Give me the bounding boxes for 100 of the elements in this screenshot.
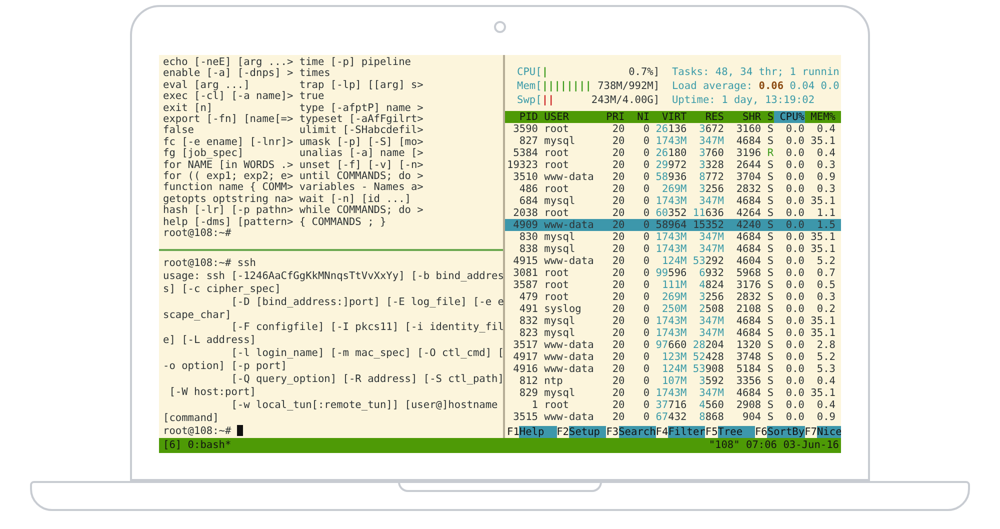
process-row[interactable]: 4916 www-data 20 0 124M 53908 5184 S 0.0 5.3 — [505, 363, 841, 375]
process-row[interactable]: 4909 www-data 20 0 58964 15352 4240 S 0.0 1.5 — [505, 219, 841, 231]
table-cell-text: 4916 — [512, 363, 538, 375]
table-cell-text: 6932 — [698, 267, 724, 279]
process-row[interactable]: 829 mysql 20 0 1743M 347M 4684 S 0.0 35.1 — [505, 387, 841, 399]
process-row[interactable]: 830 mysql 20 0 1743M 347M 4684 S 0.0 35.1 — [505, 231, 841, 243]
table-cell-text: 0.4 — [816, 147, 836, 159]
table-cell-text: 250M — [660, 303, 687, 315]
table-cell-text: 1743M — [654, 315, 687, 327]
column-header[interactable]: VIRT — [650, 111, 687, 123]
process-row[interactable]: 812 ntp 20 0 107M 3592 3356 S 0.0 0.4 — [505, 375, 841, 387]
table-cell-text: 347M — [698, 135, 724, 147]
table-cell-text: 0.0 — [784, 363, 804, 375]
table-cell-text: 52428 — [692, 351, 724, 363]
column-header[interactable]: MEM% — [804, 111, 836, 123]
table-cell-text: 0.4 — [816, 399, 836, 411]
process-row[interactable]: 827 mysql 20 0 1743M 347M 4684 S 0.0 35.1 — [505, 135, 841, 147]
function-key-label[interactable]: Nice — [816, 426, 841, 438]
table-cell-text: 491 — [518, 303, 538, 315]
function-key-label[interactable]: Tree — [718, 426, 755, 438]
process-row[interactable]: 3510 www-data 20 0 58936 8772 3704 S 0.0 0.9 — [505, 171, 841, 183]
function-key-label[interactable]: SortBy — [767, 426, 805, 438]
table-cell-text: 123M — [660, 351, 687, 363]
table-cell-text: 20 — [611, 159, 625, 171]
function-key: F7 — [804, 426, 817, 438]
process-row[interactable]: 3515 www-data 20 0 67432 8868 904 S 0.0 0.9 — [505, 411, 841, 423]
process-row[interactable]: 1 root 20 0 37716 4560 2908 S 0.0 0.4 — [505, 399, 841, 411]
process-row[interactable]: 5384 root 20 0 26180 3760 3196 R 0.0 0.4 — [505, 147, 841, 159]
help-entry: enable [-a] [-dnps] > — [163, 68, 294, 80]
help-entry: exec [-cl] [-a name]> — [163, 91, 294, 103]
column-header[interactable]: NI — [624, 111, 650, 123]
process-row[interactable]: 684 mysql 20 0 1743M 347M 4684 S 0.0 35.1 — [505, 195, 841, 207]
table-cell-text: 0.0 — [784, 411, 804, 423]
process-row[interactable]: 838 mysql 20 0 1743M 347M 4684 S 0.0 35.1 — [505, 243, 841, 255]
column-header[interactable]: RES — [686, 111, 724, 123]
table-cell-text: 0 — [642, 291, 650, 303]
process-row[interactable]: 3587 root 20 0 111M 4824 3176 S 0.0 0.5 — [505, 279, 841, 291]
help-entry: wait [-n] [id ...] — [299, 194, 412, 205]
table-cell-text: 0.0 — [784, 279, 804, 291]
table-cell-text: 20 — [611, 195, 625, 207]
column-header[interactable]: USER — [538, 111, 600, 123]
table-cell-text: 0.3 — [816, 183, 836, 195]
process-row[interactable]: 4917 www-data 20 0 123M 52428 3748 S 0.0 5.2 — [505, 351, 841, 363]
column-header[interactable]: SHR — [724, 111, 762, 123]
process-row[interactable]: 3517 www-data 20 0 97660 28204 1320 S 0.0 2.8 — [505, 339, 841, 351]
table-cell-text: 4560 — [698, 399, 724, 411]
process-row[interactable]: 4915 www-data 20 0 124M 53292 4604 S 0.0 5.2 — [505, 255, 841, 267]
column-header[interactable]: S — [761, 111, 774, 123]
table-cell-text: 1 — [530, 399, 538, 411]
table-cell-text: 5.2 — [816, 255, 836, 267]
help-entry: umask [-p] [-S] [mo> — [299, 136, 424, 148]
process-row[interactable]: 823 mysql 20 0 1743M 347M 4684 S 0.0 35.1 — [505, 327, 841, 339]
table-cell-text: 0.4 — [816, 123, 836, 135]
function-key-label[interactable]: Help — [519, 426, 557, 438]
table-cell-text: 0.0 — [784, 159, 804, 171]
table-cell-text: 4684 — [735, 135, 762, 147]
table-cell-text: 0.0 — [784, 387, 804, 399]
process-row[interactable]: 2038 root 20 0 60352 11636 4264 S 0.0 1.1 — [505, 207, 841, 219]
process-row[interactable]: 3590 root 20 0 26136 3672 3160 S 0.0 0.4 — [505, 123, 841, 135]
process-row[interactable]: 479 root 20 0 269M 3256 2832 S 0.0 0.3 — [505, 291, 841, 303]
table-cell-text: www-data — [543, 255, 595, 267]
table-cell-text: 4917 — [512, 351, 538, 363]
table-cell-text: 4684 — [735, 231, 762, 243]
process-row[interactable]: 486 root 20 0 269M 3256 2832 S 0.0 0.3 — [505, 183, 841, 195]
output-line: usage: ssh [-1246AaCfGgKkMNnqsTtVvXxYy] [-b bind_addres — [163, 270, 504, 282]
meter-label: CPU[ — [517, 65, 542, 79]
help-entry: echo [-neE] [arg ...> — [163, 57, 294, 68]
process-row[interactable]: 19323 root 20 0 29972 3328 2644 S 0.0 0.3 — [505, 159, 841, 171]
table-cell-text: 0 — [642, 375, 650, 387]
column-header[interactable]: PRI — [600, 111, 625, 123]
table-cell-text: 0.0 — [784, 303, 804, 315]
table-cell-text: 0.0 — [784, 267, 804, 279]
table-cell-text: 1743M — [654, 195, 687, 207]
meter-label: Swp[ — [517, 93, 542, 107]
column-header[interactable]: PID — [507, 111, 538, 123]
help-entry: true — [299, 91, 326, 103]
function-key-label[interactable]: Filter — [668, 426, 706, 438]
table-cell-text: 4824 — [698, 279, 724, 291]
table-cell-text: 1.5 — [816, 219, 836, 231]
process-row[interactable]: 3081 root 20 0 99596 6932 5968 S 0.0 0.7 — [505, 267, 841, 279]
function-key-label[interactable]: Setup — [569, 426, 606, 438]
table-cell-text: 20 — [611, 363, 625, 375]
table-cell-text: S — [766, 363, 774, 375]
table-cell-text: 0.0 — [784, 243, 804, 255]
window-list: [6] 0:bash* — [163, 438, 232, 453]
table-cell-text: 0 — [642, 183, 650, 195]
output-line: [-w local_tun[:remote_tun]] [user@]hostname — [230, 398, 498, 411]
table-cell-text: 347M — [698, 231, 724, 243]
process-row[interactable]: 832 mysql 20 0 1743M 347M 4684 S 0.0 35.1 — [505, 315, 841, 327]
function-key-label[interactable]: Search — [618, 426, 656, 438]
table-cell-text: 3517 — [512, 339, 538, 351]
column-header[interactable]: CPU% — [774, 111, 804, 123]
table-cell-text: www-data — [543, 171, 595, 183]
process-row[interactable]: 491 syslog 20 0 250M 2508 2108 S 0.0 0.2 — [505, 303, 841, 315]
meter-level-text: |||||||| — [542, 79, 592, 93]
table-cell-text: ntp — [543, 375, 564, 387]
table-cell-text: 827 — [518, 135, 538, 147]
table-cell-text: 4915 — [512, 255, 538, 267]
table-cell-text: 53908 — [692, 363, 724, 375]
table-cell-text: 2832 — [735, 291, 762, 303]
